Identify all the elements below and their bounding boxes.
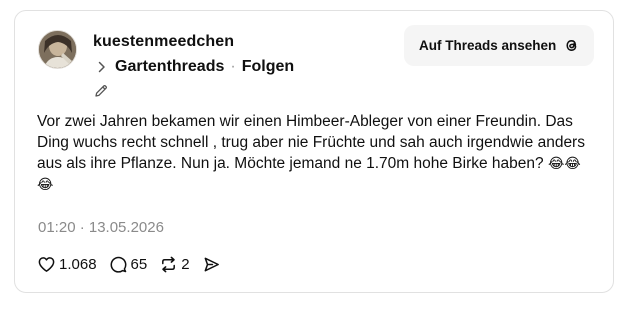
post-timestamp[interactable]: 01:20 · 13.05.2026 <box>38 219 164 236</box>
repost-button[interactable]: 2 <box>159 255 190 274</box>
repost-icon <box>162 256 176 272</box>
reply-count: 65 <box>130 255 148 273</box>
like-count: 1.068 <box>59 255 97 273</box>
separator-dot: · <box>230 58 236 75</box>
repost-count: 2 <box>181 255 190 273</box>
share-button[interactable] <box>202 255 224 274</box>
reply-button[interactable]: 65 <box>109 255 148 274</box>
post-body: Vor zwei Jahren bekamen wir einen Himbee… <box>37 113 585 172</box>
follow-button[interactable]: Folgen <box>242 58 294 76</box>
avatar[interactable] <box>38 30 77 69</box>
chevron-right-icon <box>95 60 109 74</box>
send-icon <box>204 257 219 271</box>
topic-link[interactable]: Gartenthreads <box>115 58 224 76</box>
username[interactable]: kuestenmeedchen <box>93 33 234 51</box>
avatar-photo <box>39 31 76 68</box>
like-button[interactable]: 1.068 <box>37 255 97 274</box>
pencil-icon <box>93 83 109 99</box>
view-on-threads-label: Auf Threads ansehen <box>419 38 557 53</box>
threads-post-card: kuestenmeedchen Gartenthreads · Folgen A… <box>14 10 614 293</box>
action-bar: 1.068 65 2 <box>37 252 224 276</box>
topic-line: Gartenthreads · Folgen <box>95 57 294 77</box>
post-text: Vor zwei Jahren bekamen wir einen Himbee… <box>37 111 597 195</box>
threads-logo-icon <box>563 37 580 54</box>
comment-icon <box>110 256 127 273</box>
heart-icon <box>38 256 55 272</box>
view-on-threads-button[interactable]: Auf Threads ansehen <box>404 25 594 66</box>
